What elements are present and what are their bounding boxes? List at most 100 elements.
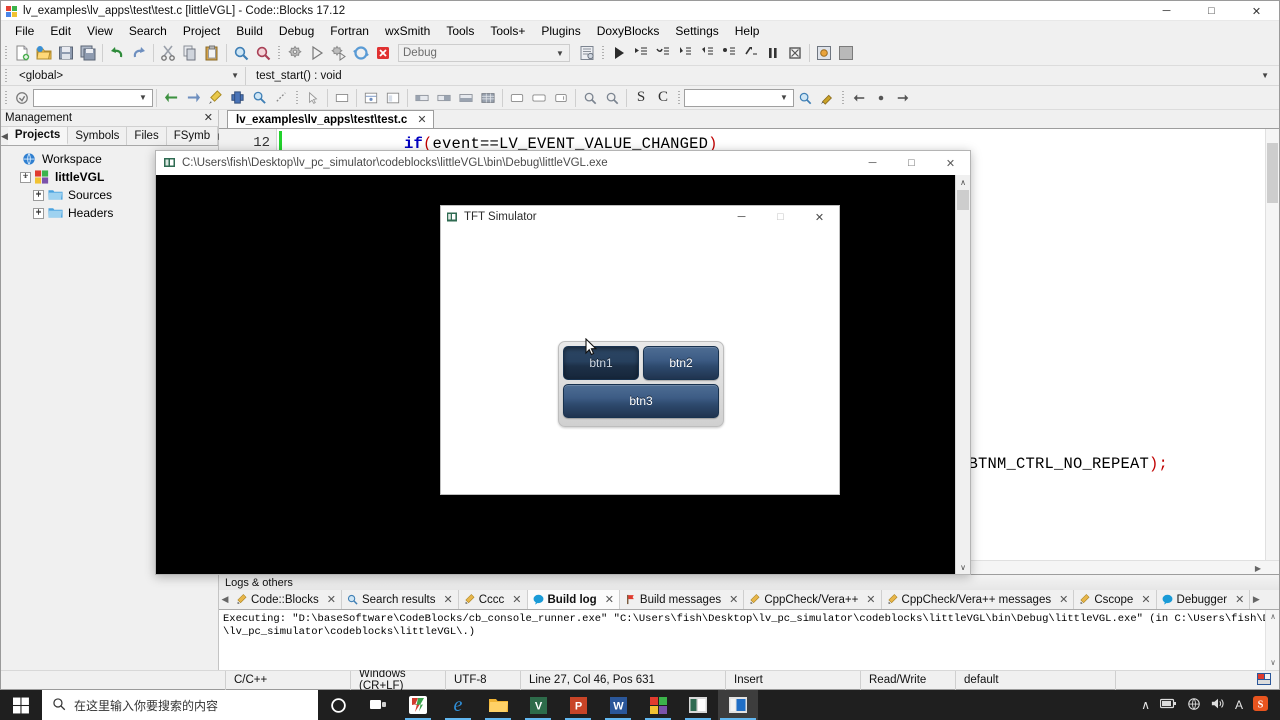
goto-declaration-icon[interactable] [11,87,33,109]
tft-simulator-icon[interactable] [718,690,758,720]
close-icon[interactable]: ✕ [605,593,614,606]
debug-next-line-icon[interactable] [652,42,674,64]
taskbar-search-box[interactable]: 在这里输入你要搜索的内容 [42,690,318,720]
scroll-down-icon[interactable]: ∨ [1266,656,1279,670]
debug-stop-icon[interactable] [784,42,806,64]
logs-tab-debugger[interactable]: Debugger ✕ [1157,590,1251,609]
wxsmith-frame-icon[interactable] [382,87,404,109]
wxsmith-dialog-icon[interactable] [360,87,382,109]
logs-tab-build-messages[interactable]: Build messages ✕ [620,590,745,609]
close-icon[interactable]: ✕ [866,593,875,606]
menu-item-project[interactable]: Project [175,21,228,41]
close-icon[interactable]: ✕ [729,593,738,606]
nav-stop-icon[interactable] [870,87,892,109]
scroll-down-icon[interactable]: ∨ [956,560,970,574]
toolbar-grip[interactable] [676,89,682,107]
management-tab-projects[interactable]: Projects [7,127,69,145]
redo-icon[interactable] [128,42,150,64]
menu-item-build[interactable]: Build [228,21,271,41]
widget-box-icon[interactable] [506,87,528,109]
wxsmith-select-icon[interactable] [302,87,324,109]
menu-item-tools[interactable]: Tools [438,21,482,41]
show-hidden-icons-chevron[interactable]: ∧ [1141,698,1150,712]
nav-next-icon[interactable] [892,87,914,109]
debug-step-out-icon[interactable] [696,42,718,64]
ide-maximize-button[interactable]: □ [1189,1,1234,21]
abort-build-icon[interactable] [372,42,394,64]
scroll-up-icon[interactable]: ∧ [956,175,970,189]
logs-tab-cppcheck-vera-messages[interactable]: CppCheck/Vera++ messages ✕ [882,590,1075,609]
menu-item-settings[interactable]: Settings [667,21,726,41]
editor-vertical-scrollbar[interactable] [1265,129,1279,560]
layout-v-icon[interactable] [455,87,477,109]
close-icon[interactable]: ✕ [512,593,521,606]
menu-item-search[interactable]: Search [121,21,175,41]
tree-expander-icon[interactable]: + [33,207,44,219]
find-input[interactable]: ▼ [33,88,153,107]
debug-continue-icon[interactable] [608,42,630,64]
toolbar-grip[interactable] [3,89,9,107]
zoom-in-icon[interactable] [579,87,601,109]
logs-tab-build-log[interactable]: Build log ✕ [527,590,620,609]
layout-h1-icon[interactable] [411,87,433,109]
sogou-ime-icon[interactable]: S [1253,696,1268,714]
copy-icon[interactable] [179,42,201,64]
ide-minimize-button[interactable]: ─ [1144,1,1189,21]
open-file-icon[interactable] [33,42,55,64]
logs-tab-cppcheck-vera-[interactable]: CppCheck/Vera++ ✕ [744,590,882,609]
nav-forward-icon[interactable] [182,87,204,109]
debug-step-into-icon[interactable] [674,42,696,64]
tree-expander-icon[interactable]: + [33,189,44,201]
symbol-combo[interactable]: test_start() : void ▼ [246,67,1279,85]
close-icon[interactable]: ✕ [1235,593,1244,606]
save-all-icon[interactable] [77,42,99,64]
battery-icon[interactable] [1159,698,1177,712]
tree-expander-icon[interactable]: - [20,171,31,183]
doxyblocks-run-icon[interactable] [794,87,816,109]
highlight-icon[interactable] [204,87,226,109]
doxyblocks-config-icon[interactable] [816,87,838,109]
powerpoint-icon[interactable]: P [558,690,598,720]
codeblocks-icon[interactable] [638,690,678,720]
menu-item-edit[interactable]: Edit [42,21,79,41]
add-bookmark-icon[interactable] [226,87,248,109]
wxsmith-s-icon[interactable]: S [630,87,652,109]
scrollbar-thumb[interactable] [957,190,969,210]
console-close-button[interactable]: ✕ [931,151,970,175]
console-window-icon[interactable] [678,690,718,720]
wxsmith-panel-icon[interactable] [331,87,353,109]
widget-wide-icon[interactable] [528,87,550,109]
widget-box2-icon[interactable] [550,87,572,109]
menu-item-file[interactable]: File [7,21,42,41]
layout-h2-icon[interactable] [433,87,455,109]
scope-combo[interactable]: <global> ▼ [11,66,246,85]
menu-item-plugins[interactable]: Plugins [533,21,588,41]
build-log-scrollbar[interactable]: ∧ ∨ [1265,610,1279,670]
menu-item-help[interactable]: Help [727,21,768,41]
start-button[interactable] [0,690,42,720]
run-icon[interactable] [306,42,328,64]
cortana-icon[interactable] [318,690,358,720]
menu-item-tools-[interactable]: Tools+ [482,21,533,41]
logs-tabs-next[interactable]: ▶ [1250,590,1262,609]
tft-simulator-window[interactable]: TFT Simulator ─ □ ✕ btn1 btn2 btn3 [440,205,840,495]
logs-tab-cccc[interactable]: Cccc ✕ [459,590,528,609]
close-icon[interactable]: ✕ [1059,593,1068,606]
nav-back-icon[interactable] [160,87,182,109]
nav-prev-icon[interactable] [848,87,870,109]
management-tab-symbols[interactable]: Symbols [68,127,128,145]
console-minimize-button[interactable]: ─ [853,151,892,175]
logs-tabs-prev[interactable]: ◀ [219,590,231,609]
editor-tab-test-c[interactable]: lv_examples\lv_apps\test\test.c ✕ [227,110,434,128]
build-icon[interactable] [284,42,306,64]
close-icon[interactable]: ✕ [204,111,213,124]
tft-maximize-button[interactable]: □ [761,206,800,228]
management-tabs-prev[interactable]: ◀ [1,127,8,145]
debug-step-out-of-icon[interactable] [740,42,762,64]
dotted-icon[interactable] [270,87,292,109]
ide-close-button[interactable]: ✕ [1234,1,1279,21]
cut-icon[interactable] [157,42,179,64]
console-scrollbar[interactable]: ∧ ∨ [955,175,970,574]
toolbar-grip[interactable] [3,44,9,62]
menu-item-wxsmith[interactable]: wxSmith [377,21,438,41]
